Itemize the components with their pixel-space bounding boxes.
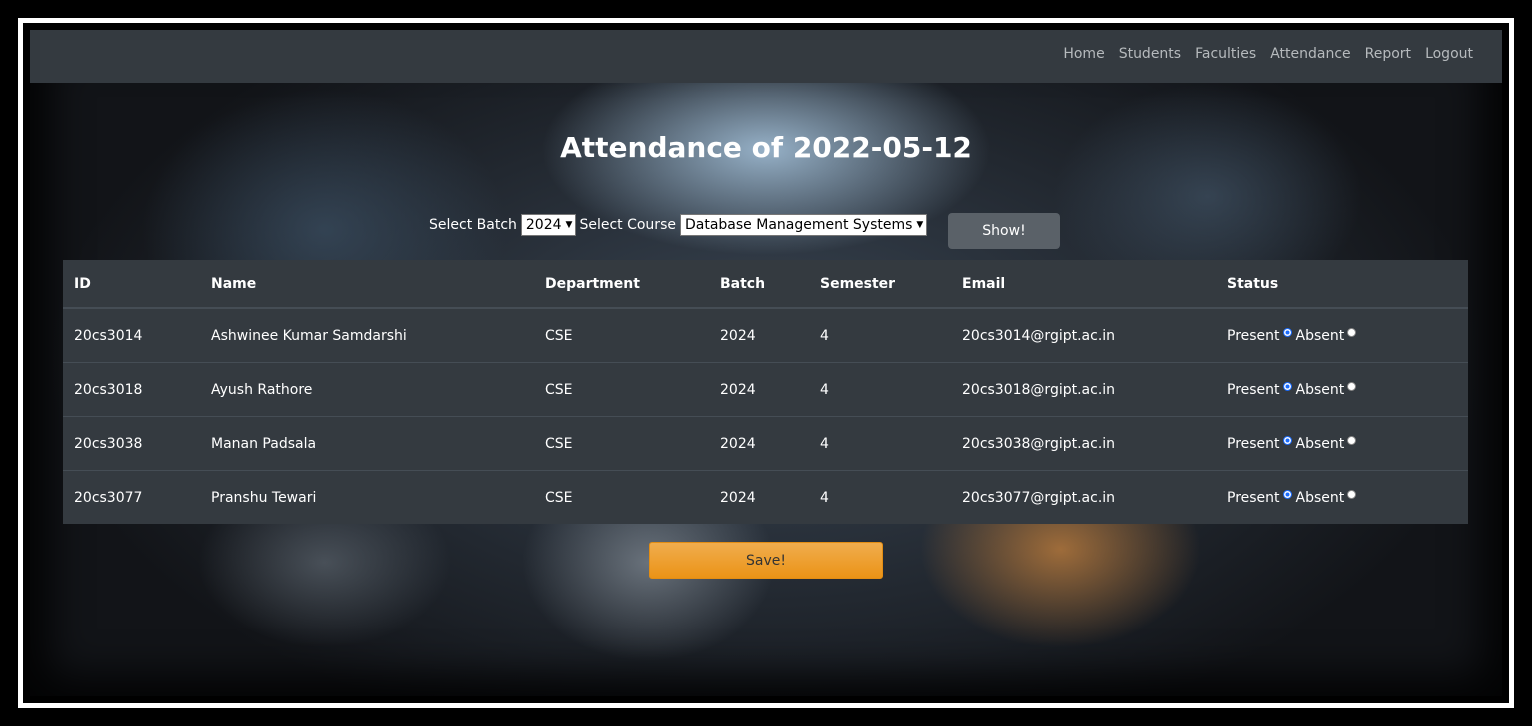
cell-semester: 4 [809, 362, 951, 417]
absent-label: Absent [1295, 435, 1345, 452]
cell-batch: 2024 [709, 470, 809, 524]
column-header-department: Department [534, 260, 709, 309]
absent-label: Absent [1295, 489, 1345, 506]
present-radio[interactable] [1282, 382, 1292, 391]
outer-frame: Home Students Faculties Attendance Repor… [18, 18, 1514, 708]
nav-link-report[interactable]: Report [1358, 46, 1418, 62]
table-row: 20cs3014 Ashwinee Kumar Samdarshi CSE 20… [63, 308, 1468, 363]
present-radio[interactable] [1282, 436, 1292, 445]
cell-name: Manan Padsala [200, 416, 534, 471]
chevron-down-icon: ▼ [565, 220, 573, 230]
present-radio[interactable] [1282, 490, 1292, 499]
cell-batch: 2024 [709, 416, 809, 471]
cell-status: Present Absent [1216, 362, 1468, 417]
present-label: Present [1227, 489, 1280, 506]
present-radio[interactable] [1282, 328, 1292, 337]
batch-select[interactable]: 2024 ▼ [520, 214, 577, 236]
nav-link-logout[interactable]: Logout [1418, 46, 1480, 62]
nav-link-attendance[interactable]: Attendance [1263, 46, 1357, 62]
course-select[interactable]: Database Management Systems ▼ [679, 214, 928, 236]
batch-select-value: 2024 [525, 217, 562, 233]
nav-link-home[interactable]: Home [1056, 46, 1111, 62]
cell-email: 20cs3014@rgipt.ac.in [962, 327, 1116, 344]
absent-radio[interactable] [1347, 490, 1357, 499]
table-row: 20cs3018 Ayush Rathore CSE 2024 4 20cs30… [63, 362, 1468, 417]
present-label: Present [1227, 435, 1280, 452]
course-label: Select Course [579, 217, 676, 233]
show-button[interactable]: Show! [948, 213, 1060, 249]
chevron-down-icon: ▼ [916, 220, 924, 230]
cell-email: 20cs3038@rgipt.ac.in [951, 416, 1216, 471]
cell-semester: 4 [809, 416, 951, 471]
absent-radio[interactable] [1347, 436, 1357, 445]
absent-label: Absent [1295, 381, 1345, 398]
cell-email: 20cs3077@rgipt.ac.in [951, 470, 1216, 524]
cell-department: CSE [545, 327, 573, 344]
present-label: Present [1227, 381, 1280, 398]
cell-name: Ashwinee Kumar Samdarshi [211, 327, 407, 344]
cell-name: Pranshu Tewari [200, 470, 534, 524]
batch-label: Select Batch [429, 217, 517, 233]
cell-department: CSE [534, 416, 709, 471]
cell-id: 20cs3038 [63, 416, 200, 471]
cell-name: Ayush Rathore [200, 362, 534, 417]
column-header-semester: Semester [809, 260, 951, 309]
nav-link-faculties[interactable]: Faculties [1188, 46, 1263, 62]
cell-id: 20cs3014 [74, 327, 143, 344]
save-button[interactable]: Save! [649, 542, 883, 579]
cell-department: CSE [534, 362, 709, 417]
cell-id: 20cs3018 [63, 362, 200, 417]
column-header-id: ID [63, 260, 200, 309]
table-row: 20cs3038 Manan Padsala CSE 2024 4 20cs30… [63, 416, 1468, 471]
column-header-name: Name [200, 260, 534, 309]
table-header-row: ID Name Department Batch Semester Email … [63, 260, 1468, 309]
cell-department: CSE [534, 470, 709, 524]
column-header-status: Status [1216, 260, 1468, 309]
absent-radio[interactable] [1347, 328, 1357, 337]
course-select-value: Database Management Systems [684, 217, 913, 233]
cell-id: 20cs3077 [63, 470, 200, 524]
cell-status: Present Absent [1216, 470, 1468, 524]
cell-semester: 4 [820, 327, 829, 344]
nav-links: Home Students Faculties Attendance Repor… [1056, 46, 1480, 62]
absent-label: Absent [1295, 327, 1345, 344]
navbar: Home Students Faculties Attendance Repor… [30, 30, 1502, 83]
present-label: Present [1227, 327, 1280, 344]
cell-batch: 2024 [709, 362, 809, 417]
nav-link-students[interactable]: Students [1112, 46, 1188, 62]
cell-semester: 4 [809, 470, 951, 524]
absent-radio[interactable] [1347, 382, 1357, 391]
column-header-batch: Batch [709, 260, 809, 309]
cell-status: Present Absent [1216, 308, 1468, 363]
filter-row: Select Batch 2024 ▼ Select Course Databa… [429, 214, 930, 236]
attendance-table: ID Name Department Batch Semester Email … [63, 260, 1468, 524]
main-content: Attendance of 2022-05-12 Select Batch 20… [30, 83, 1502, 696]
column-header-email: Email [951, 260, 1216, 309]
page-title: Attendance of 2022-05-12 [560, 131, 972, 164]
cell-status: Present Absent [1216, 416, 1468, 471]
browser-viewport: Home Students Faculties Attendance Repor… [30, 30, 1502, 696]
table-row: 20cs3077 Pranshu Tewari CSE 2024 4 20cs3… [63, 470, 1468, 524]
cell-batch: 2024 [720, 327, 756, 344]
cell-email: 20cs3018@rgipt.ac.in [951, 362, 1216, 417]
